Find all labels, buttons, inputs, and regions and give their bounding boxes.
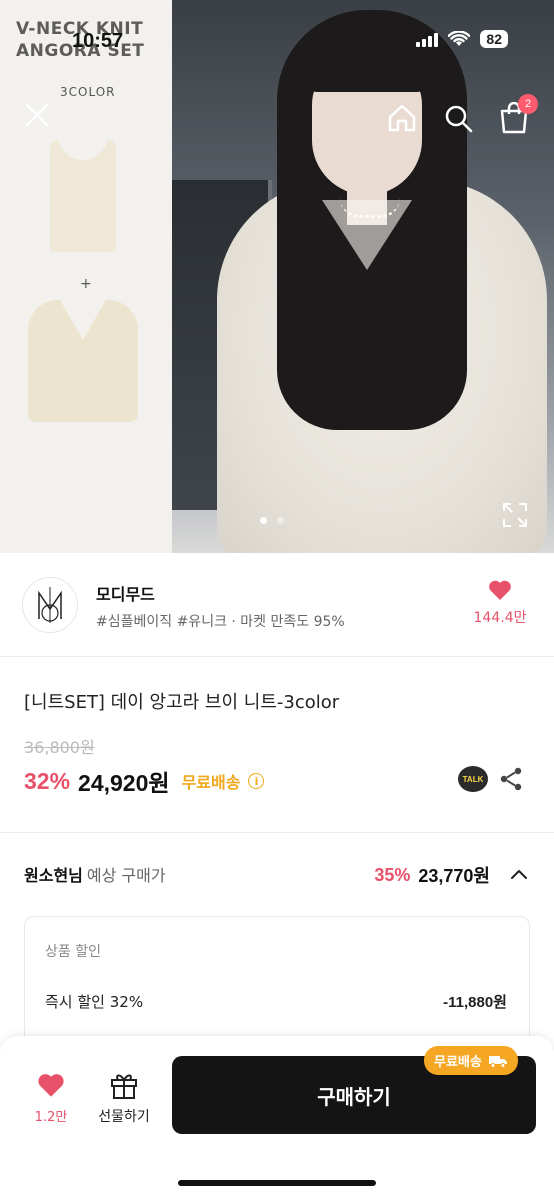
discount-box-title: 상품 할인	[45, 944, 101, 960]
section-divider	[0, 832, 554, 833]
expand-icon	[503, 503, 527, 527]
shop-logo-mark	[38, 587, 62, 623]
search-icon	[445, 105, 473, 133]
knit-top-image	[28, 300, 138, 422]
like-count: 1.2만	[34, 1110, 68, 1125]
home-indicator	[178, 1180, 376, 1186]
wifi-icon	[448, 31, 471, 46]
share-button[interactable]	[498, 766, 524, 792]
sale-price: 24,920원	[78, 770, 170, 796]
shop-like-button[interactable]: 144.4만	[468, 579, 532, 627]
free-shipping-badge: 무료배송	[424, 1046, 518, 1075]
bottom-action-bar: 1.2만 선물하기 구매하기 무료배송	[0, 1036, 554, 1200]
home-icon	[388, 104, 416, 132]
expected-price-label: 예상 구매가	[86, 866, 166, 885]
carousel-dot[interactable]	[277, 517, 284, 524]
cart-count-badge: 2	[518, 94, 538, 114]
expected-price-row[interactable]: 원소현님 예상 구매가 35% 23,770원	[24, 862, 530, 888]
chevron-up-icon[interactable]	[508, 864, 530, 886]
home-button[interactable]	[384, 100, 420, 136]
instant-discount-value: -11,880원	[443, 994, 507, 1011]
info-icon[interactable]: i	[248, 773, 265, 789]
status-indicators: 82	[416, 30, 508, 48]
cart-button[interactable]: 2	[496, 94, 538, 136]
shop-name[interactable]: 모디무드	[96, 581, 155, 605]
user-name: 원소현님	[24, 866, 83, 885]
expected-discount-rate: 35%	[374, 864, 411, 885]
fullscreen-button[interactable]	[500, 500, 530, 530]
instant-discount-label: 즉시 할인 32%	[45, 993, 144, 1011]
expected-price: 23,770원	[418, 866, 490, 886]
share-icon	[500, 767, 522, 791]
price-row: 32% 24,920원 무료배송 i	[24, 764, 265, 798]
heart-icon	[489, 580, 511, 600]
product-image-carousel[interactable]: V-NECK KNIT ANGORA SET 3COLOR + 10:57 82	[0, 0, 554, 553]
discount-breakdown-box: 상품 할인 즉시 할인 32% -11,880원	[24, 916, 530, 1056]
kakaotalk-button[interactable]: TALK	[458, 766, 488, 792]
search-button[interactable]	[440, 100, 476, 136]
tank-top-image	[50, 134, 116, 252]
original-price: 36,800원	[24, 738, 95, 757]
battery-indicator: 82	[480, 30, 508, 48]
heart-icon	[38, 1074, 64, 1097]
close-button[interactable]	[20, 98, 54, 132]
truck-icon	[488, 1055, 507, 1068]
plus-sign: +	[80, 276, 92, 292]
carousel-dot[interactable]	[260, 517, 267, 524]
discount-rate: 32%	[24, 767, 71, 794]
color-count-label: 3COLOR	[60, 85, 116, 99]
shop-like-count: 144.4만	[473, 610, 527, 626]
signal-icon	[416, 31, 439, 47]
gift-label: 선물하기	[98, 1109, 150, 1125]
free-shipping-badge-label: 무료배송	[434, 1055, 482, 1070]
shop-info-row[interactable]: 모디무드 #심플베이직 #유니크 · 마켓 만족도 95% 144.4만	[0, 553, 554, 657]
model-photo	[172, 0, 554, 553]
free-shipping-label: 무료배송	[181, 773, 241, 792]
shop-tags: #심플베이직 #유니크 · 마켓 만족도 95%	[96, 614, 345, 630]
gift-button[interactable]: 선물하기	[92, 1070, 156, 1126]
carousel-page-indicator	[260, 517, 284, 524]
status-time: 10:57	[72, 30, 124, 52]
product-name: [니트SET] 데이 앙고라 브이 니트-3color	[24, 692, 340, 713]
product-flat-lay-panel: V-NECK KNIT ANGORA SET 3COLOR +	[0, 0, 172, 553]
gift-icon	[111, 1074, 137, 1099]
close-icon	[25, 103, 49, 127]
shop-logo[interactable]	[22, 577, 78, 633]
like-button[interactable]: 1.2만	[24, 1072, 78, 1125]
